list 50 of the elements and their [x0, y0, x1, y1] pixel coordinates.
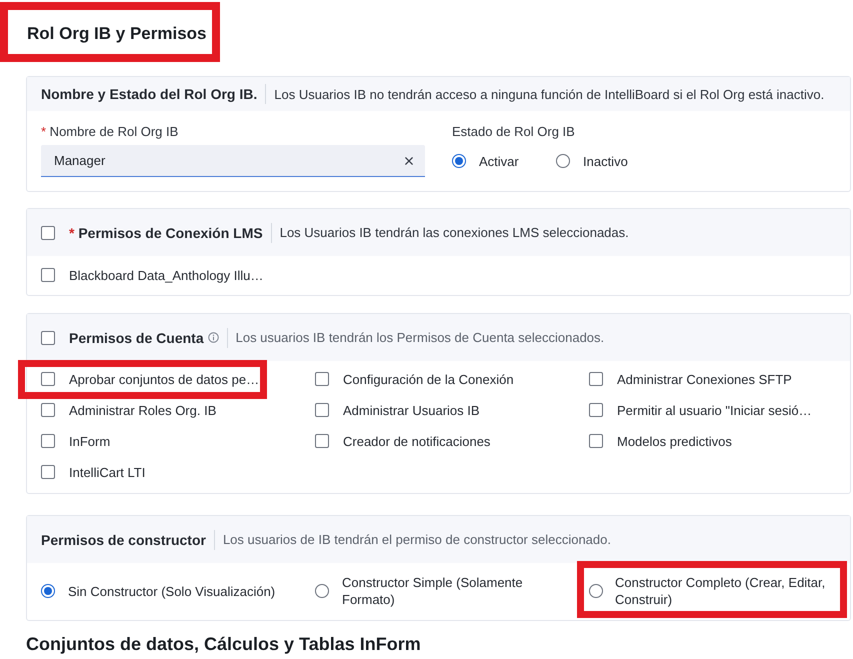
checkbox-label: Administrar Roles Org. IB — [69, 402, 216, 418]
section-title: Permisos de Cuenta — [69, 330, 204, 346]
radio-label: Constructor Simple (Solamente Formato) — [342, 574, 524, 608]
checkbox[interactable] — [41, 465, 55, 479]
radio-button[interactable] — [41, 584, 55, 598]
checkbox-label: Configuración de la Conexión — [343, 372, 514, 386]
checkbox-label: IntelliCart LTI — [69, 464, 146, 480]
checkbox-label: InForm — [69, 434, 110, 448]
checkbox-label: Administrar Usuarios IB — [343, 402, 480, 418]
name-input[interactable]: Manager — [41, 145, 425, 177]
checkbox[interactable] — [589, 434, 603, 448]
section-description: Los usuarios de IB tendrán el permiso de constructor seleccionado. — [222, 532, 611, 547]
close-icon — [405, 156, 413, 164]
checkbox[interactable] — [41, 330, 55, 344]
checkbox[interactable] — [41, 372, 55, 386]
section-description: Los usuarios IB tendrán los Permisos de Cuenta seleccionados. — [236, 330, 604, 345]
checkbox-label: Permitir al usuario "Iniciar sesió… — [617, 402, 812, 418]
section-description: Los Usuarios IB no tendrán acceso a ninguna función de IntelliBoard si el Rol Org está inactivo. — [274, 86, 824, 102]
checkbox[interactable] — [315, 403, 329, 417]
radio-label: Inactivo — [583, 152, 628, 170]
radio-button[interactable] — [452, 154, 466, 168]
checkbox-label: Administrar Conexiones SFTP — [617, 372, 792, 386]
clear-button[interactable] — [403, 154, 415, 166]
field-label: * Nombre de Rol Org IB — [41, 123, 180, 141]
info-icon[interactable] — [208, 332, 219, 343]
page-title: Rol Org IB y Permisos — [27, 23, 206, 45]
section-description: Los Usuarios IB tendrán las conexiones LMS seleccionadas. — [280, 225, 629, 240]
checkbox[interactable] — [41, 434, 55, 448]
checkbox[interactable] — [315, 372, 329, 386]
checkbox-label: Creador de notificaciones — [343, 434, 490, 448]
radio-button[interactable] — [556, 154, 570, 168]
checkbox-label: Modelos predictivos — [617, 434, 732, 448]
section-title: Permisos de constructor — [41, 532, 206, 548]
section-title: Nombre y Estado del Rol Org IB. — [41, 86, 258, 102]
radio-label: Sin Constructor (Solo Visualización) — [68, 582, 276, 600]
checkbox[interactable] — [315, 434, 329, 448]
checkbox[interactable] — [589, 403, 603, 417]
checkbox[interactable] — [41, 226, 55, 240]
checkbox[interactable] — [589, 372, 603, 386]
field-label: Estado de Rol Org IB — [452, 123, 576, 141]
radio-label: Constructor Completo (Crear, Editar, Construir) — [615, 574, 826, 608]
section-heading: Conjuntos de datos, Cálculos y Tablas InForm — [26, 633, 422, 655]
radio-label: Activar — [479, 152, 519, 170]
checkbox[interactable] — [41, 403, 55, 417]
radio-button[interactable] — [315, 584, 329, 598]
radio-button[interactable] — [589, 584, 603, 598]
checkbox-label: Aprobar conjuntos de datos pe… — [69, 372, 260, 386]
checkbox[interactable] — [41, 268, 55, 282]
section-title: * Permisos de Conexión LMS — [69, 224, 263, 240]
checkbox-label: Blackboard Data_Anthology Illu… — [69, 268, 264, 282]
